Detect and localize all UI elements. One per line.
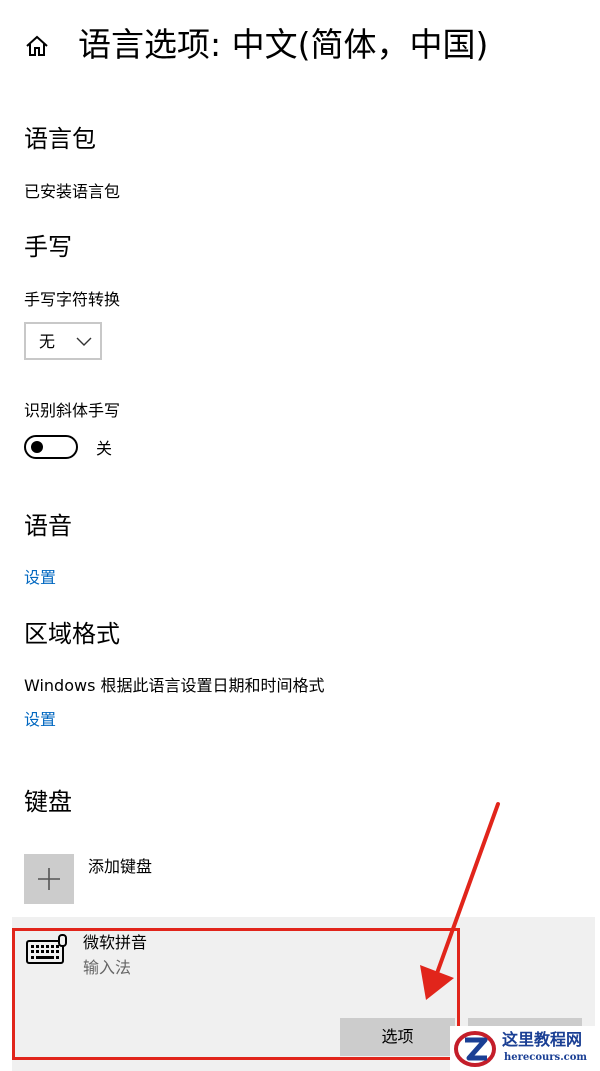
speech-settings-link[interactable]: 设置 (24, 567, 56, 589)
keyboard-item-subtitle: 输入法 (83, 958, 132, 977)
handwriting-conversion-dropdown[interactable]: 无 (24, 322, 102, 360)
keyboard-heading: 键盘 (24, 788, 72, 816)
keyboard-item-name: 微软拼音 (83, 933, 148, 952)
handwriting-heading: 手写 (24, 233, 72, 261)
region-heading: 区域格式 (24, 620, 120, 648)
language-pack-heading: 语言包 (24, 125, 96, 153)
toggle-state-label: 关 (96, 439, 113, 458)
watermark-site: herecours.com (504, 1052, 588, 1063)
watermark-logo-icon (454, 1031, 496, 1067)
options-button[interactable]: 选项 (340, 1018, 455, 1056)
chevron-down-icon (76, 337, 92, 346)
add-keyboard-label[interactable]: 添加键盘 (88, 856, 152, 878)
handwriting-conversion-label: 手写字符转换 (24, 290, 121, 309)
watermark-name: 这里教程网 (502, 1030, 583, 1049)
watermark: 这里教程网 herecours.com (450, 1026, 600, 1071)
speech-heading: 语音 (24, 512, 72, 540)
italic-handwriting-toggle[interactable] (24, 435, 78, 459)
language-pack-status: 已安装语言包 (24, 182, 121, 201)
region-settings-link[interactable]: 设置 (24, 709, 56, 731)
page-title: 语言选项: 中文(简体，中国) (78, 25, 489, 64)
toggle-knob (31, 441, 43, 453)
add-keyboard-button[interactable] (24, 854, 74, 904)
home-icon[interactable] (24, 33, 50, 59)
region-description: Windows 根据此语言设置日期和时间格式 (24, 676, 325, 695)
dropdown-value: 无 (39, 332, 56, 351)
plus-icon (38, 868, 60, 890)
italic-handwriting-label: 识别斜体手写 (24, 401, 121, 420)
keyboard-icon (26, 934, 67, 964)
